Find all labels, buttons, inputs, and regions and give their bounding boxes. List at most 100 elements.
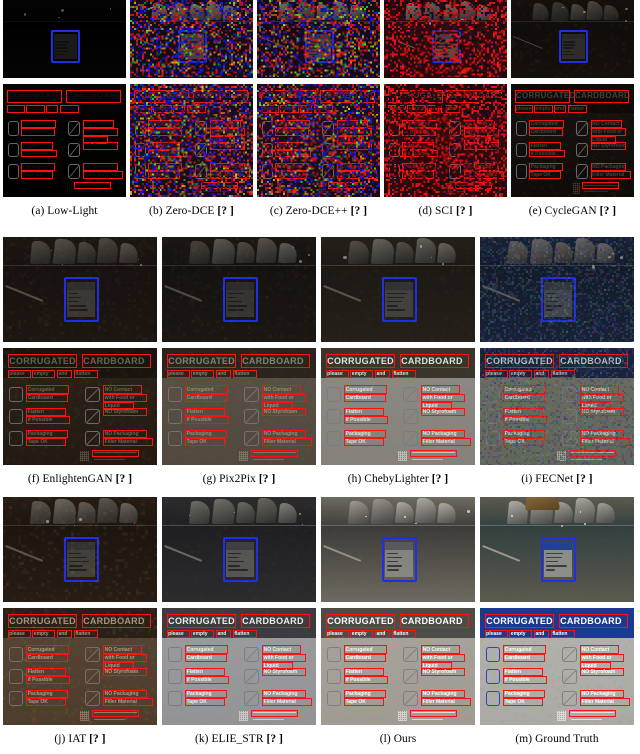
scene-detail: CORRUGATEDCARDBOARDpleaseemptyandflatten… — [321, 608, 475, 725]
caption-label: (g) Pix2Pix — [203, 473, 256, 485]
image-panel-a-detail: CORRUGATED CARDBOARD please empty and flatten… — [3, 84, 126, 197]
sensor-noise-overlay — [511, 0, 631, 78]
panel-column-d: CORRUGATEDCARDBOARDpleaseemptyandflatten… — [384, 0, 507, 197]
scene-wide — [384, 0, 507, 78]
sensor-noise-overlay — [321, 348, 475, 464]
roi-box — [51, 29, 80, 63]
scene-wide — [3, 0, 126, 78]
sensor-noise-overlay — [480, 497, 634, 601]
image-panel-b-detail: CORRUGATEDCARDBOARDpleaseemptyandflatten… — [130, 84, 253, 197]
image-panel-b-wide — [130, 0, 253, 78]
sensor-noise-overlay — [3, 497, 157, 601]
slash-icon — [69, 143, 80, 157]
panel-caption-h: (h) ChebyLighter [? ] — [321, 472, 475, 486]
sensor-noise-overlay — [480, 348, 634, 465]
detection-box — [82, 163, 118, 171]
panel-column-c: CORRUGATEDCARDBOARDpleaseemptyandflatten… — [257, 0, 380, 197]
scene-wide — [321, 237, 475, 342]
image-panel-i-wide — [480, 237, 634, 342]
scene-detail: CORRUGATEDCARDBOARDpleaseemptyandflatten… — [162, 608, 316, 725]
scene-detail: CORRUGATEDCARDBOARDpleaseemptyandflatten… — [384, 84, 507, 197]
image-panel-f-detail: CORRUGATEDCARDBOARDpleaseemptyandflatten… — [3, 348, 157, 465]
caption-row-3: (j) IAT [? ] (k) ELIE_STR [? ] (l) Ours (m)… — [0, 732, 640, 746]
panel-column-i: CORRUGATEDCARDBOARDpleaseemptyandflatten… — [480, 237, 634, 465]
caption-label: (e) CycleGAN — [529, 205, 597, 217]
caption-label: (k) ELIE_STR — [195, 733, 264, 745]
image-panel-h-wide — [321, 237, 475, 342]
panel-column-k: CORRUGATED CARDBOARD please empty and flatten… — [162, 497, 316, 725]
caption-citation: [? ] — [456, 205, 473, 217]
sensor-noise-overlay — [321, 237, 475, 341]
image-panel-d-wide — [384, 0, 507, 78]
background-sky — [3, 0, 126, 24]
panel-caption-g: (g) Pix2Pix [? ] — [162, 472, 316, 486]
sensor-noise-overlay — [162, 608, 316, 724]
sensor-noise-overlay — [130, 0, 253, 78]
scene-detail: CORRUGATEDCARDBOARDpleaseemptyandflatten… — [130, 84, 253, 197]
sensor-noise-overlay — [3, 237, 155, 341]
scene-wide — [480, 497, 634, 602]
detection-box — [82, 171, 123, 179]
detection-box — [59, 104, 80, 113]
panel-group-3: CORRUGATEDCARDBOARDpleaseemptyandflatten… — [0, 497, 640, 746]
caption-citation: [? ] — [576, 473, 593, 485]
panel-caption-m: (m) Ground Truth — [480, 732, 634, 746]
highlight-speck — [58, 16, 60, 19]
scene-detail: CORRUGATEDCARDBOARDpleaseemptyandflatten… — [162, 348, 316, 465]
scene-detail: CORRUGATEDCARDBOARDpleaseemptyandflatten… — [257, 84, 380, 197]
image-panel-g-detail: CORRUGATEDCARDBOARDpleaseemptyandflatten… — [162, 348, 316, 465]
caption-citation: [? ] — [351, 205, 368, 217]
detection-box — [21, 149, 57, 158]
pictogram-box — [7, 121, 19, 136]
prohibition-box — [68, 121, 81, 136]
caption-label: (j) IAT — [54, 733, 86, 745]
caption-row-1: (a) Low-Light (b) Zero-DCE [? ] (c) Zero-D… — [0, 204, 640, 218]
image-panel-c-detail: CORRUGATEDCARDBOARDpleaseemptyandflatten… — [257, 84, 380, 197]
panel-grid-3: CORRUGATEDCARDBOARDpleaseemptyandflatten… — [0, 497, 640, 725]
qr-code — [64, 183, 72, 194]
panel-caption-f: (f) EnlightenGAN [? ] — [3, 472, 157, 486]
detection-box — [74, 182, 112, 190]
detection-box — [6, 89, 63, 104]
scene-wide — [162, 497, 316, 602]
image-panel-m-detail: CORRUGATEDCARDBOARDpleaseemptyandflatten… — [480, 608, 634, 725]
panel-group-1: CORRUGATED CARDBOARD please empty and flatten… — [0, 0, 640, 218]
image-panel-i-detail: CORRUGATEDCARDBOARDpleaseemptyandflatten… — [480, 348, 634, 465]
image-panel-g-wide — [162, 237, 316, 342]
sensor-noise-overlay — [384, 84, 507, 197]
caption-label: (h) ChebyLighter — [348, 473, 429, 485]
detection-box — [21, 120, 56, 129]
detection-box — [6, 104, 26, 113]
scene-detail: CORRUGATEDCARDBOARDpleaseemptyandflatten… — [321, 348, 475, 465]
highlight-speck — [60, 9, 64, 13]
panel-column-b: CORRUGATEDCARDBOARDpleaseemptyandflatten… — [130, 0, 253, 197]
image-panel-k-detail: CORRUGATED CARDBOARD please empty and flatten… — [162, 608, 316, 725]
slash-icon — [69, 122, 80, 135]
panel-caption-l: (l) Ours — [321, 732, 475, 746]
image-panel-l-wide — [321, 497, 475, 602]
caption-citation: [? ] — [217, 205, 234, 217]
scene-wide — [257, 0, 380, 78]
prohibition-box — [68, 142, 81, 158]
sensor-noise-overlay — [3, 348, 157, 464]
sensor-noise-overlay — [130, 84, 253, 197]
caption-citation: [? ] — [116, 473, 133, 485]
slash-icon — [69, 165, 80, 178]
panel-caption-j: (j) IAT [? ] — [3, 732, 157, 746]
image-panel-e-detail: CORRUGATEDCARDBOARDpleaseemptyandflatten… — [511, 84, 634, 197]
scene-detail: CORRUGATEDCARDBOARDpleaseemptyandflatten… — [3, 348, 157, 465]
image-panel-j-wide — [3, 497, 157, 602]
panel-column-l: CORRUGATEDCARDBOARDpleaseemptyandflatten… — [321, 497, 475, 725]
detection-box — [21, 141, 54, 150]
scene-wide — [321, 497, 475, 602]
sensor-noise-overlay — [321, 608, 475, 724]
caption-citation: [? ] — [259, 473, 276, 485]
footer-line — [75, 190, 101, 193]
caption-label: (a) Low-Light — [31, 205, 97, 217]
scene-detail: CORRUGATEDCARDBOARDpleaseemptyandflatten… — [480, 348, 634, 465]
detection-box — [82, 120, 115, 129]
caption-label: (m) Ground Truth — [515, 733, 598, 745]
caption-citation: [? ] — [432, 473, 449, 485]
panel-column-h: CORRUGATED CARDBOARD please empty and flatten… — [321, 237, 475, 465]
panel-column-m: CORRUGATEDCARDBOARDpleaseemptyandflatten… — [480, 497, 634, 725]
